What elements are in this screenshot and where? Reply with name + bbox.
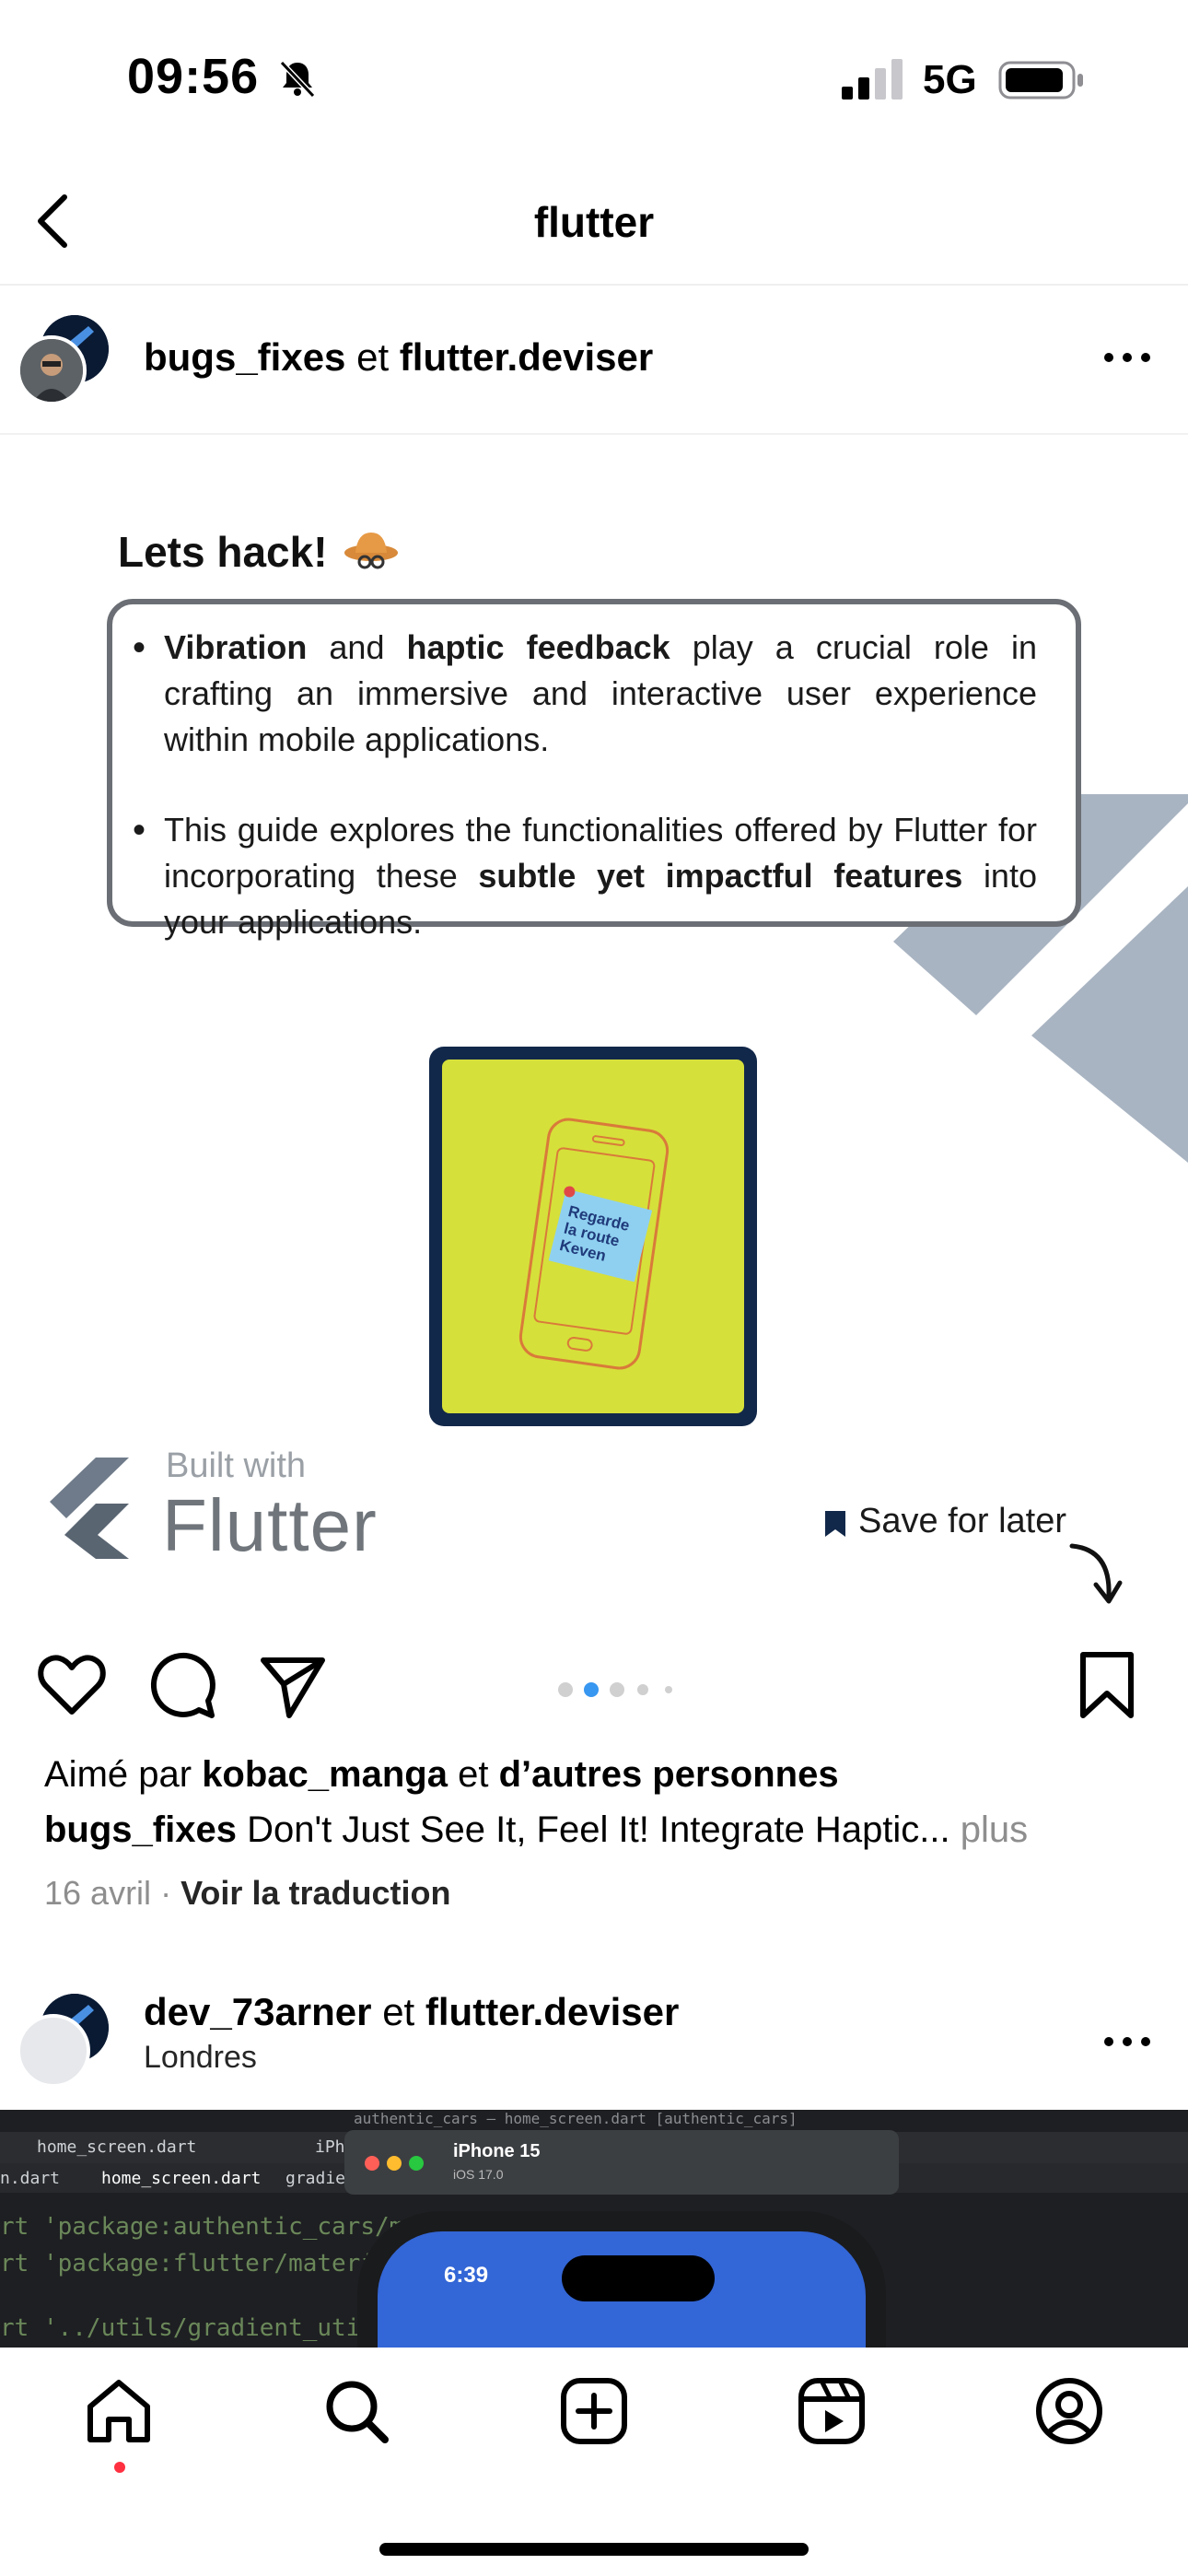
likes-connector: et xyxy=(458,1754,489,1795)
notification-dot xyxy=(114,2462,125,2473)
ide-tab: iPh xyxy=(315,2137,345,2157)
search-icon[interactable] xyxy=(320,2375,392,2447)
post-meta: 16 avril · Voir la traduction xyxy=(44,1874,450,1913)
tablet-illustration: Regardela routeKeven xyxy=(429,1047,757,1426)
simulator-time: 6:39 xyxy=(444,2263,489,2288)
phone-sketch-icon: Regardela routeKeven xyxy=(518,1118,670,1370)
bullet-text: and xyxy=(329,628,385,666)
network-type: 5G xyxy=(923,57,977,102)
close-dot-icon xyxy=(365,2156,379,2171)
battery-icon xyxy=(998,61,1083,100)
meta-separator: · xyxy=(160,1874,172,1912)
post-location[interactable]: Londres xyxy=(144,2040,257,2076)
bullet-bold: Vibration xyxy=(164,628,308,666)
zoom-dot-icon xyxy=(409,2156,424,2171)
flutter-logo-icon xyxy=(50,1458,129,1559)
post-actions xyxy=(0,1623,1188,1752)
cellular-signal-icon xyxy=(842,59,903,100)
post-header: bugs_fixes et flutter.deviser xyxy=(0,287,1188,435)
share-send-icon[interactable] xyxy=(258,1651,328,1721)
code-line: rt '../utils/gradient_utils xyxy=(0,2314,390,2342)
debug-banner: DEBUG xyxy=(821,2231,866,2303)
carousel-dot xyxy=(558,1682,573,1697)
info-box: Vibration and haptic feedback play a cru… xyxy=(107,599,1081,941)
info-bullet: Vibration and haptic feedback play a cru… xyxy=(133,625,1037,763)
ide-tab: n.dart xyxy=(0,2169,61,2188)
bell-slash-icon xyxy=(279,60,316,99)
author-connector: et xyxy=(356,335,390,379)
likes-line: Aimé par kobac_manga et d’autres personn… xyxy=(44,1754,839,1796)
liked-by-user[interactable]: kobac_manga xyxy=(202,1754,448,1795)
reels-icon[interactable] xyxy=(796,2375,868,2447)
more-options-icon[interactable] xyxy=(1101,348,1153,367)
post-date: 16 avril xyxy=(44,1874,152,1912)
likes-prefix: Aimé par xyxy=(44,1754,192,1795)
top-navigation: flutter xyxy=(0,157,1188,286)
simulator-os: iOS 17.0 xyxy=(453,2167,504,2182)
avatar-bugs-fixes[interactable] xyxy=(17,335,87,405)
info-bullet: This guide explores the functionalities … xyxy=(133,807,1037,945)
bullet-bold: haptic feedback xyxy=(406,628,670,666)
avatar-dev-73arner[interactable] xyxy=(17,2014,90,2088)
post-authors[interactable]: bugs_fixes et flutter.deviser xyxy=(144,335,653,380)
carousel-indicator xyxy=(558,1682,672,1697)
home-icon[interactable] xyxy=(83,2375,155,2447)
page-title: flutter xyxy=(533,198,655,246)
flutter-wordmark: Flutter xyxy=(162,1484,378,1566)
bottom-tab-bar xyxy=(0,2348,1188,2576)
liked-by-others[interactable]: d’autres personnes xyxy=(499,1754,839,1795)
built-with-label: Built with xyxy=(166,1446,307,1485)
code-line: rt 'package:authentic_cars/mod xyxy=(0,2213,433,2241)
minimize-dot-icon xyxy=(387,2156,402,2171)
dynamic-island xyxy=(562,2255,715,2301)
ide-tab: home_screen.dart xyxy=(101,2169,262,2188)
caption-text: Don't Just See It, Feel It! Integrate Ha… xyxy=(247,1809,950,1850)
post-header-2: dev_73arner et flutter.deviser Londres xyxy=(0,1975,1188,2110)
save-for-later-label: Save for later xyxy=(858,1502,1066,1540)
comment-icon[interactable] xyxy=(147,1651,217,1721)
carousel-dot xyxy=(637,1684,648,1695)
bullet-bold: subtle yet impactful features xyxy=(478,857,963,895)
see-translation-link[interactable]: Voir la traduction xyxy=(181,1874,450,1912)
post-media-slide[interactable]: Lets hack! Vibration and haptic feedback… xyxy=(0,435,1188,1623)
carousel-dot xyxy=(665,1686,672,1693)
bookmark-filled-icon xyxy=(825,1511,845,1537)
slide-heading: Lets hack! xyxy=(118,528,328,576)
code-line: rt 'package:flutter/materia xyxy=(0,2250,390,2277)
bookmark-icon[interactable] xyxy=(1077,1651,1136,1719)
home-indicator[interactable] xyxy=(379,2543,809,2556)
tablet-screen: Regardela routeKeven xyxy=(442,1060,744,1413)
profile-icon[interactable] xyxy=(1033,2375,1105,2447)
author-link[interactable]: flutter.deviser xyxy=(425,1990,679,2033)
more-options-icon[interactable] xyxy=(1101,2032,1153,2051)
heart-icon[interactable] xyxy=(37,1651,107,1721)
caption-more-link[interactable]: plus xyxy=(961,1809,1028,1850)
author-link[interactable]: bugs_fixes xyxy=(144,335,345,379)
cowboy-hat-emoji-icon xyxy=(344,533,398,569)
post-caption: bugs_fixes Don't Just See It, Feel It! I… xyxy=(44,1809,1028,1851)
create-post-icon[interactable] xyxy=(558,2375,630,2447)
author-link[interactable]: dev_73arner xyxy=(144,1990,372,2033)
status-time: 09:56 xyxy=(127,49,260,104)
simulator-toolbar: iPhone 15 iOS 17.0 xyxy=(344,2130,899,2195)
ide-window-title: authentic_cars – home_screen.dart [authe… xyxy=(354,2110,798,2127)
curved-arrow-icon xyxy=(1069,1543,1123,1604)
ide-tab: home_screen.dart xyxy=(37,2137,197,2157)
carousel-dot xyxy=(610,1682,624,1697)
status-bar: 09:56 5G xyxy=(0,0,1188,157)
simulator-screen: 6:39 DEBUG xyxy=(378,2231,866,2348)
post-media-ide-screenshot[interactable]: authentic_cars – home_screen.dart [authe… xyxy=(0,2110,1188,2348)
author-link[interactable]: flutter.deviser xyxy=(400,335,653,379)
author-connector: et xyxy=(382,1990,415,2033)
simulator-phone: 6:39 DEBUG xyxy=(357,2211,886,2348)
caption-user[interactable]: bugs_fixes xyxy=(44,1809,237,1850)
post-authors[interactable]: dev_73arner et flutter.deviser xyxy=(144,1990,679,2034)
carousel-dot-active xyxy=(584,1682,599,1697)
simulator-device: iPhone 15 xyxy=(453,2141,541,2161)
